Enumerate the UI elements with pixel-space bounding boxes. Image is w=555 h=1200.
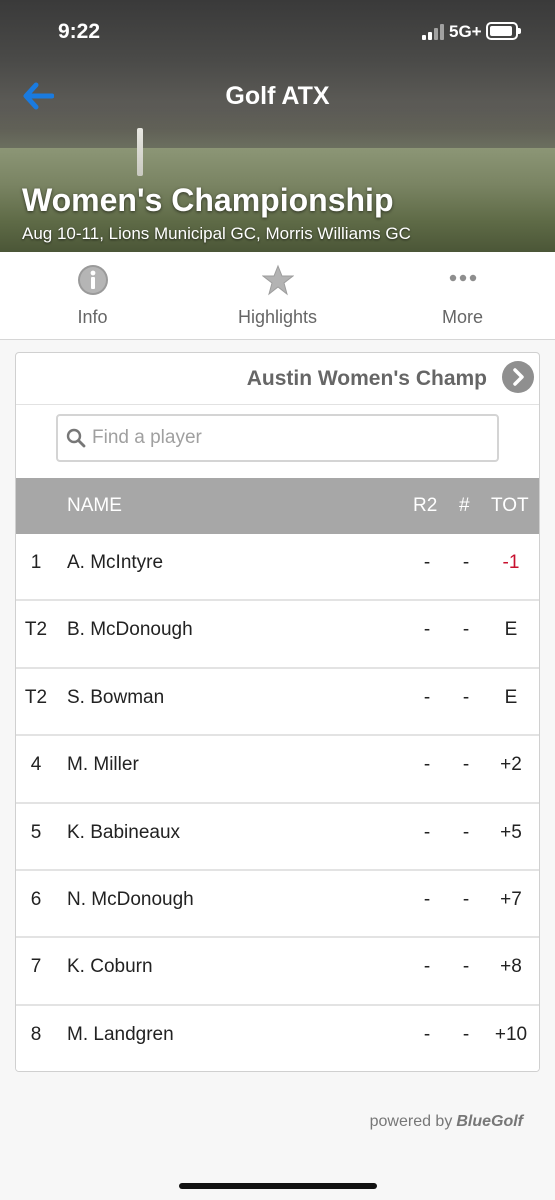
player-name: K. Coburn	[67, 956, 153, 978]
tab-more-label: More	[441, 307, 483, 327]
table-row[interactable]: 7 K. Coburn - - +8	[16, 938, 539, 1006]
tab-more[interactable]: More	[370, 252, 555, 340]
holes-played: -	[462, 821, 470, 843]
player-position: 7	[30, 956, 42, 978]
event-title: Women's Championship	[22, 182, 394, 218]
app-title: Golf ATX	[225, 82, 330, 110]
holes-played: -	[462, 956, 470, 978]
chevron-right-icon[interactable]	[502, 361, 534, 393]
holes-played: -	[462, 888, 470, 910]
search-icon	[66, 428, 86, 448]
player-position: 8	[30, 1023, 42, 1045]
powered-by-label: powered by	[369, 1113, 453, 1130]
table-row[interactable]: 4 M. Miller - - +2	[16, 736, 539, 804]
column-r2: R2	[413, 495, 438, 516]
table-row[interactable]: T2 B. McDonough - - E	[16, 601, 539, 669]
total-score: +10	[494, 1023, 528, 1045]
leaderboard-card: Austin Women's Champ NAME R2 # TOT 1 A. M…	[15, 352, 540, 1072]
player-name: M. Landgren	[67, 1023, 174, 1045]
tab-info-label: Info	[77, 307, 108, 327]
table-row[interactable]: 1 A. McIntyre - - -1	[16, 534, 539, 602]
leaderboard-header[interactable]: Austin Women's Champ	[16, 353, 539, 405]
table-row[interactable]: 8 M. Landgren - - +10	[16, 1005, 539, 1071]
find-player-search[interactable]	[56, 414, 499, 462]
battery-icon	[486, 22, 521, 40]
holes-played: -	[462, 686, 470, 708]
round-2-score: -	[423, 888, 431, 910]
total-score: +7	[500, 888, 522, 910]
player-name: N. McDonough	[67, 888, 194, 910]
search-input[interactable]	[92, 424, 482, 452]
round-2-score: -	[423, 754, 431, 776]
table-header: NAME R2 # TOT	[16, 478, 539, 534]
table-row[interactable]: 6 N. McDonough - - +7	[16, 870, 539, 939]
powered-by: powered by BlueGolf	[370, 1113, 523, 1131]
round-2-score: -	[423, 1023, 431, 1045]
player-position: 5	[30, 821, 42, 843]
column-name: NAME	[67, 495, 122, 516]
status-time: 9:22	[58, 20, 101, 43]
player-name: K. Babineaux	[67, 821, 181, 843]
brand-logo[interactable]: BlueGolf	[456, 1113, 523, 1130]
round-2-score: -	[423, 956, 431, 978]
home-indicator[interactable]	[179, 1183, 377, 1189]
round-2-score: -	[423, 821, 431, 843]
player-position: 4	[30, 754, 42, 776]
holes-played: -	[462, 1023, 470, 1045]
info-icon	[78, 265, 108, 295]
player-position: 1	[30, 552, 42, 573]
round-2-score: -	[423, 619, 431, 641]
total-score: -1	[502, 552, 520, 573]
player-position: T2	[24, 619, 48, 641]
total-score: +5	[500, 821, 522, 843]
total-score: +8	[500, 956, 522, 978]
player-name: S. Bowman	[67, 686, 165, 708]
holes-played: -	[462, 619, 470, 641]
signal-icon	[422, 24, 446, 40]
tab-highlights-label: Highlights	[237, 307, 318, 327]
event-subtitle: Aug 10-11, Lions Municipal GC, Morris Wi…	[22, 224, 411, 243]
table-row[interactable]: 5 K. Babineaux - - +5	[16, 803, 539, 871]
tab-bar: Info Highlights More	[0, 252, 555, 340]
table-row[interactable]: T2 S. Bowman - - E	[16, 668, 539, 737]
total-score: E	[504, 619, 518, 641]
flagstick	[137, 128, 143, 176]
more-icon	[449, 274, 477, 282]
leaderboard-title: Austin Women's Champ	[246, 367, 487, 390]
player-name: B. McDonough	[67, 619, 193, 641]
tab-highlights[interactable]: Highlights	[185, 252, 370, 340]
player-position: T2	[24, 686, 48, 708]
column-tot: TOT	[491, 495, 529, 516]
round-2-score: -	[423, 686, 431, 708]
holes-played: -	[462, 552, 470, 573]
player-name: M. Miller	[67, 754, 139, 776]
star-icon	[262, 264, 294, 296]
tab-info[interactable]: Info	[0, 252, 185, 340]
network-label: 5G+	[449, 22, 482, 41]
status-bar: 9:22 5G+	[0, 0, 555, 64]
total-score: +2	[500, 754, 522, 776]
round-2-score: -	[423, 552, 431, 573]
player-position: 6	[30, 888, 42, 910]
holes-played: -	[462, 754, 470, 776]
total-score: E	[504, 686, 518, 708]
column-hash: #	[459, 495, 470, 516]
player-name: A. McIntyre	[67, 552, 164, 573]
leaderboard-rows: 1 A. McIntyre - - -1 T2 B. McDonough - - E T2 S. Bo…	[16, 534, 539, 1071]
